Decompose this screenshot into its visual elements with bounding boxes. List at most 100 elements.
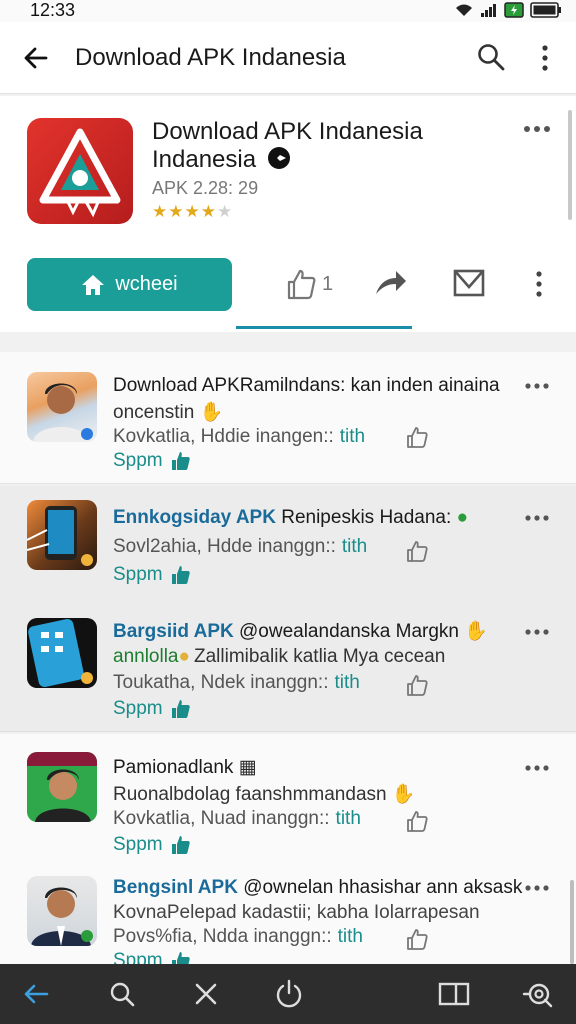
item-meta-text: Povs%fia, Ndda inanggn:: [113, 926, 332, 947]
back-arrow-icon[interactable] [20, 42, 52, 74]
star-empty-icon: ★ [217, 202, 234, 221]
item-subtitle: Ruonalbdolag faanshmmandasn ✋ [113, 782, 416, 806]
battery-icon [530, 2, 561, 18]
more-horizontal-icon[interactable] [524, 514, 550, 522]
item-meta-link[interactable]: tith [342, 536, 367, 557]
item-footer-text: Sppm [113, 698, 163, 719]
share-arrow-icon[interactable] [374, 266, 408, 300]
item-subtitle-text: Ruonalbdolag faanshmmandasn [113, 784, 387, 805]
star-icon: ★ [168, 202, 185, 221]
item-title-text: Pamionadlank [113, 757, 234, 778]
thumbs-up-icon[interactable] [406, 674, 428, 696]
tab-indicator [236, 326, 412, 329]
bookmark-icon[interactable] [452, 266, 486, 300]
install-button[interactable]: wcheei [27, 258, 232, 311]
search-icon[interactable] [106, 978, 138, 1010]
item-meta: Kovkatlia, Hddie inangen:: tith [113, 426, 365, 448]
item-subtitle: annlolla● Zallimibalik katlia Mya cecean [113, 646, 445, 668]
like-count: 1 [322, 272, 334, 295]
more-vertical-icon[interactable] [532, 42, 558, 74]
item-subtitle-text: KovnaPelepad kadastii; kabha Iolarrapesa… [113, 902, 480, 923]
thumbs-up-icon[interactable] [406, 426, 428, 448]
item-subtitle-accent: annlolla [113, 646, 179, 667]
list-item[interactable]: Ennkogsiday APK Renipeskis Hadana: ● Sov… [0, 486, 576, 600]
more-horizontal-icon[interactable] [524, 764, 550, 772]
back-arrow-icon[interactable] [20, 978, 52, 1010]
avatar [27, 752, 97, 822]
app-title-line1: Download APK Indanesia [152, 118, 423, 145]
verified-badge-icon [267, 147, 290, 169]
scrollbar[interactable] [568, 110, 572, 220]
app-header-card: Download APK Indanesia Indanesia APK 2.2… [0, 96, 576, 332]
avatar [27, 876, 97, 946]
like-button[interactable]: 1 [286, 266, 333, 302]
item-meta-link[interactable]: tith [338, 926, 363, 947]
install-button-label: wcheei [115, 273, 178, 295]
more-horizontal-icon[interactable] [524, 382, 550, 390]
item-meta-link[interactable]: tith [336, 808, 361, 829]
status-bar: 12:33 [0, 0, 576, 22]
emoji-icon: ● [178, 646, 190, 667]
star-icon: ★ [184, 202, 201, 221]
item-title-text: @owealandanska Margkn [239, 621, 459, 642]
close-icon[interactable] [190, 978, 222, 1010]
bottom-navigation [0, 964, 576, 1024]
tabs-icon[interactable] [438, 978, 470, 1010]
item-footer-text: Sppm [113, 450, 163, 471]
item-title-text: Renipeskis Hadana: [281, 507, 452, 528]
item-subtitle: KovnaPelepad kadastii; kabha Iolarrapesa… [113, 902, 480, 924]
item-title-accent: Ennkogsiday APK [113, 507, 276, 528]
app-icon[interactable] [27, 118, 133, 224]
thumbs-up-icon[interactable] [406, 810, 428, 832]
app-version: APK 2.28: 29 [152, 178, 259, 198]
item-meta-link[interactable]: tith [340, 426, 365, 447]
more-horizontal-icon[interactable] [522, 124, 552, 134]
item-title: Pamionadlank ▦ [113, 756, 513, 780]
item-title-accent: Bengsinl APK [113, 877, 238, 898]
item-meta: Sovl2ahia, Hdde inanggn:: tith [113, 536, 367, 558]
item-meta-text: Toukatha, Ndek inanggn:: [113, 672, 329, 693]
star-icon: ★ [152, 202, 169, 221]
thumbs-up-icon[interactable] [406, 928, 428, 950]
item-meta-text: Kovkatlia, Hddie inangen:: [113, 426, 334, 447]
item-footer: Sppm [113, 450, 191, 472]
page-title: Download APK Indanesia [75, 44, 346, 71]
thumbs-up-icon[interactable] [406, 540, 428, 562]
item-footer-text: Sppm [113, 834, 163, 855]
more-vertical-icon[interactable] [532, 270, 546, 298]
item-title: Ennkogsiday APK Renipeskis Hadana: ● [113, 506, 513, 530]
hand-emoji-icon: ✋ [391, 784, 416, 805]
star-rating: ★★★★★ [152, 202, 233, 222]
settings-icon[interactable] [522, 978, 554, 1010]
thumbs-up-filled-icon[interactable] [171, 835, 191, 855]
list-item[interactable]: Pamionadlank ▦ Ruonalbdolag faanshmmanda… [0, 734, 576, 866]
list-item[interactable]: Download APKRamilndans: kan inden ainain… [0, 352, 576, 484]
item-title: Download APKRamilndans: kan inden ainain… [113, 374, 513, 398]
item-meta-link[interactable]: tith [335, 672, 360, 693]
status-time: 12:33 [30, 0, 76, 20]
app-title-line2-wrap: Indanesia [152, 146, 482, 174]
power-icon[interactable] [273, 978, 305, 1010]
item-subtitle-text: Zallimibalik katlia Mya cecean [193, 646, 446, 667]
emoji-icon: ● [456, 507, 469, 528]
item-title: Bargsiid APK @owealandanska Margkn ✋ [113, 620, 513, 644]
hand-emoji-icon: ✋ [199, 402, 224, 423]
more-horizontal-icon[interactable] [524, 884, 550, 892]
wifi-icon [456, 4, 472, 16]
item-meta-text: Kovkatlia, Nuad inanggn:: [113, 808, 330, 829]
item-meta: Povs%fia, Ndda inanggn:: tith [113, 926, 363, 948]
item-footer-text: Sppm [113, 564, 163, 585]
list-item[interactable]: Bengsinl APK @ownelan hhasishar ann aksa… [0, 866, 576, 971]
item-footer: Sppm [113, 834, 191, 856]
thumbs-up-filled-icon[interactable] [171, 699, 191, 719]
item-subtitle-text: oncenstin [113, 402, 195, 423]
emoji-icon: ▦ [238, 757, 257, 778]
thumbs-up-filled-icon[interactable] [171, 565, 191, 585]
status-icons [454, 2, 562, 18]
thumbs-up-filled-icon[interactable] [171, 451, 191, 471]
scrollbar[interactable] [570, 880, 574, 964]
list-item[interactable]: Bargsiid APK @owealandanska Margkn ✋ ann… [0, 600, 576, 732]
more-horizontal-icon[interactable] [524, 628, 550, 636]
search-icon[interactable] [476, 42, 506, 72]
avatar [27, 618, 97, 688]
